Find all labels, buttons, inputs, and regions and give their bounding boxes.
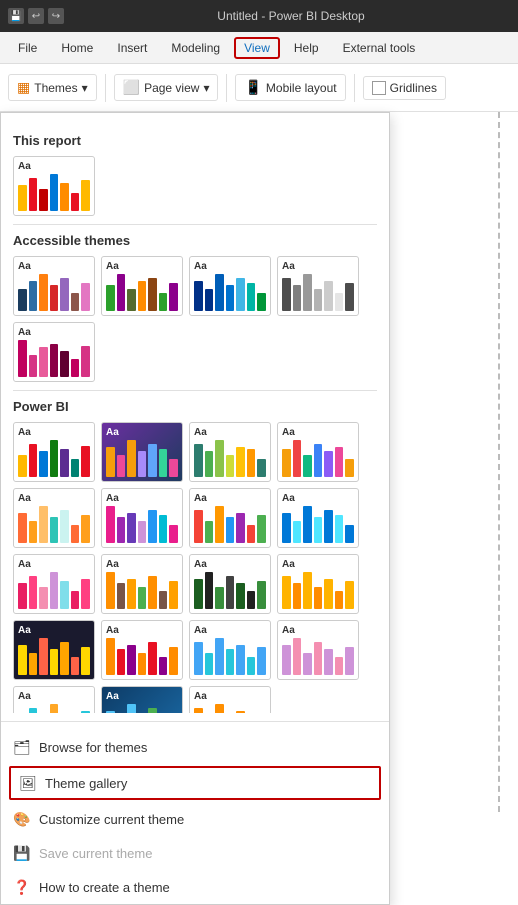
accessible-theme-5[interactable]: Aa [13, 322, 95, 382]
mobile-layout-icon: 📱 [244, 79, 261, 96]
pbi-theme-15[interactable]: Aa [189, 620, 271, 680]
section-title-accessible: Accessible themes [13, 233, 377, 248]
theme-bars [18, 174, 90, 211]
separator-1 [105, 74, 106, 102]
save-theme-icon: 💾 [13, 844, 31, 862]
pbi-theme-13[interactable]: Aa [13, 620, 95, 680]
themes-icon: ▦ [17, 79, 30, 96]
pbi-theme-17[interactable]: Aa [13, 686, 95, 713]
mobile-layout-button[interactable]: 📱 Mobile layout [235, 74, 345, 101]
pbi-theme-1[interactable]: Aa [13, 422, 95, 482]
mobile-layout-label: Mobile layout [266, 81, 337, 95]
pbi-theme-16[interactable]: Aa [277, 620, 359, 680]
bar-6 [71, 193, 80, 212]
gridlines-label: Gridlines [390, 81, 437, 95]
menu-home[interactable]: Home [51, 37, 103, 59]
pbi-theme-6[interactable]: Aa [101, 488, 183, 548]
menu-modeling[interactable]: Modeling [161, 37, 230, 59]
menu-bar: File Home Insert Modeling View Help Exte… [0, 32, 518, 64]
browse-themes-item[interactable]: 🗂 Browse for themes [1, 730, 389, 764]
menu-file[interactable]: File [8, 37, 47, 59]
this-report-themes-grid: Aa [13, 156, 377, 216]
pbi-theme-7[interactable]: Aa [189, 488, 271, 548]
pbi-theme-5[interactable]: Aa [13, 488, 95, 548]
theme-card-current[interactable]: Aa [13, 156, 95, 216]
customize-theme-label: Customize current theme [39, 812, 184, 827]
section-title-this-report: This report [13, 133, 377, 148]
toolbar: ▦ Themes ▾ ⬜ Page view ▾ 📱 Mobile layout… [0, 64, 518, 112]
browse-themes-icon: 🗂 [13, 738, 31, 756]
how-to-create-label: How to create a theme [39, 880, 170, 895]
bar-2 [29, 178, 38, 211]
bar-1 [18, 185, 27, 211]
gridlines-button[interactable]: Gridlines [363, 76, 446, 100]
bar-5 [60, 183, 69, 211]
divider-2 [13, 390, 377, 391]
theme-gallery-label: Theme gallery [45, 776, 127, 791]
theme-gallery-item[interactable]: 🖼 Theme gallery [9, 766, 381, 800]
pbi-theme-4[interactable]: Aa [277, 422, 359, 482]
pbi-theme-3[interactable]: Aa [189, 422, 271, 482]
browse-themes-label: Browse for themes [39, 740, 147, 755]
theme-aa-label: Aa [18, 161, 90, 172]
accessible-theme-4[interactable]: Aa [277, 256, 359, 316]
page-view-dropdown-icon: ▾ [203, 81, 209, 95]
divider-bottom [1, 721, 389, 722]
divider-1 [13, 224, 377, 225]
separator-3 [354, 74, 355, 102]
save-theme-label: Save current theme [39, 846, 152, 861]
menu-insert[interactable]: Insert [107, 37, 157, 59]
menu-view[interactable]: View [234, 37, 280, 59]
how-to-create-icon: ❓ [13, 878, 31, 896]
menu-help[interactable]: Help [284, 37, 329, 59]
how-to-create-theme-item[interactable]: ❓ How to create a theme [1, 870, 389, 904]
customize-theme-icon: 🎨 [13, 810, 31, 828]
separator-2 [226, 74, 227, 102]
save-icon[interactable]: 💾 [8, 8, 24, 24]
themes-label: Themes [34, 81, 77, 95]
pbi-theme-2[interactable]: Aa [101, 422, 183, 482]
panel-scroll-area[interactable]: This report Aa Accessible themes [1, 113, 389, 713]
bar-7 [81, 180, 90, 211]
pbi-theme-19[interactable]: Aa [189, 686, 271, 713]
pbi-theme-11[interactable]: Aa [189, 554, 271, 614]
window-title: Untitled - Power BI Desktop [72, 9, 510, 23]
undo-icon[interactable]: ↩ [28, 8, 44, 24]
section-title-power-bi: Power BI [13, 399, 377, 414]
pbi-theme-9[interactable]: Aa [13, 554, 95, 614]
themes-button[interactable]: ▦ Themes ▾ [8, 74, 97, 101]
title-bar: 💾 ↩ ↪ Untitled - Power BI Desktop [0, 0, 518, 32]
menu-external-tools[interactable]: External tools [333, 37, 426, 59]
redo-icon[interactable]: ↪ [48, 8, 64, 24]
gridlines-checkbox[interactable] [372, 81, 386, 95]
title-bar-icons: 💾 ↩ ↪ [8, 8, 64, 24]
accessible-themes-grid: Aa Aa [13, 256, 377, 382]
page-view-label: Page view [144, 81, 199, 95]
pbi-theme-12[interactable]: Aa [277, 554, 359, 614]
pbi-theme-8[interactable]: Aa [277, 488, 359, 548]
power-bi-themes-grid: Aa Aa [13, 422, 377, 713]
save-theme-item: 💾 Save current theme [1, 836, 389, 870]
themes-dropdown-panel: This report Aa Accessible themes [0, 112, 390, 905]
pbi-theme-14[interactable]: Aa [101, 620, 183, 680]
right-border-dots [498, 112, 518, 812]
customize-theme-item[interactable]: 🎨 Customize current theme [1, 802, 389, 836]
page-view-button[interactable]: ⬜ Page view ▾ [114, 74, 219, 101]
accessible-theme-1[interactable]: Aa [13, 256, 95, 316]
accessible-theme-2[interactable]: Aa [101, 256, 183, 316]
accessible-theme-3[interactable]: Aa [189, 256, 271, 316]
themes-dropdown-icon: ▾ [82, 81, 88, 95]
bar-4 [50, 174, 59, 211]
bar-3 [39, 189, 48, 211]
theme-gallery-icon: 🖼 [19, 774, 37, 792]
pbi-theme-18[interactable]: Aa [101, 686, 183, 713]
pbi-theme-10[interactable]: Aa [101, 554, 183, 614]
page-view-icon: ⬜ [123, 79, 140, 96]
